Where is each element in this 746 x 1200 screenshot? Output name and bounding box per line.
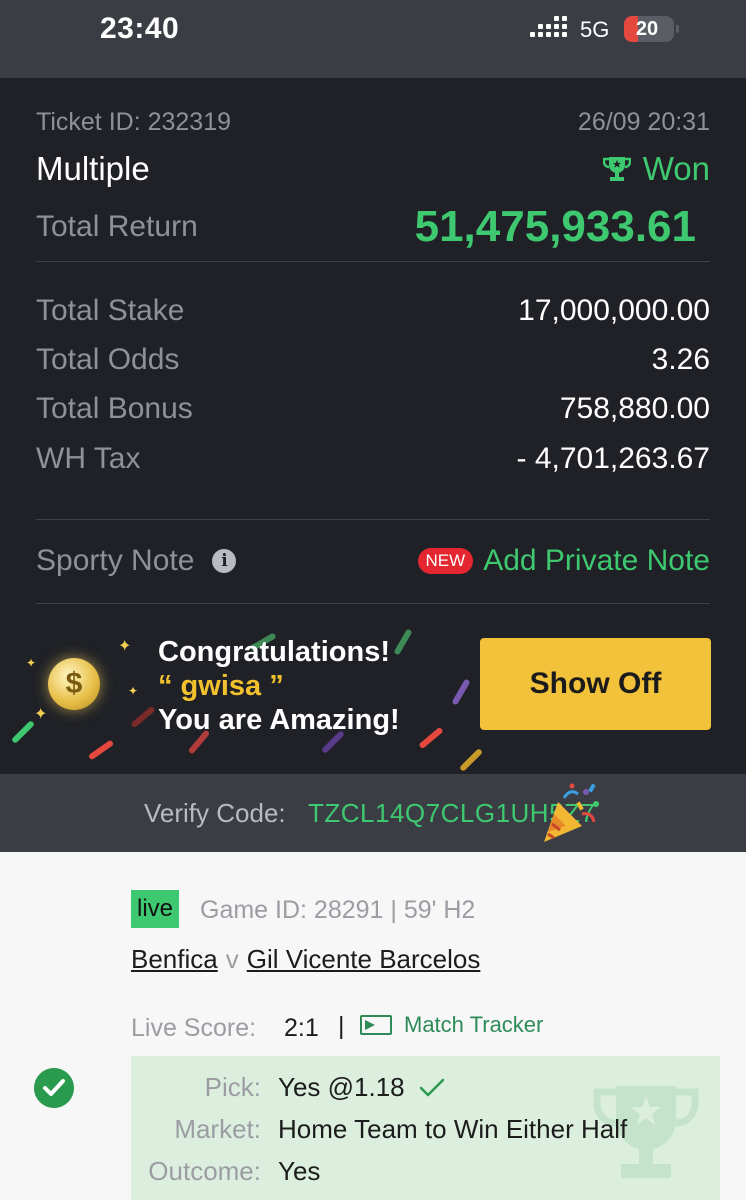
ticket-status: Won [602,150,710,188]
add-private-note-button[interactable]: NEW Add Private Note [417,544,710,578]
status-label: Won [642,150,710,187]
check-circle-icon [34,1068,74,1108]
total-bonus-value: 758,880.00 [559,392,710,425]
star-icon: ✦ [26,656,37,670]
verify-code-label: Verify Code: [144,798,286,828]
ticket-summary: Ticket ID: 232319 26/09 20:31 Multiple W… [0,78,746,774]
new-badge: NEW [417,548,474,574]
coin-icon: $ [48,658,100,710]
confetti [451,678,471,706]
live-score-value: 2:1 [284,1014,319,1042]
bet-type: Multiple [36,150,150,187]
market-value: Home Team to Win Either Half [278,1114,628,1144]
divider [36,519,710,520]
game-info: Game ID: 28291 | 59' H2 [200,896,476,924]
outcome-label: Outcome: [148,1156,261,1186]
sporty-note: Sporty Note i [36,544,237,578]
wh-tax-label: WH Tax [36,442,141,475]
total-bonus-label: Total Bonus [36,392,193,425]
battery-cap [676,25,679,33]
match-tracker-label: Match Tracker [404,1012,544,1037]
outcome-value: Yes [278,1156,321,1186]
match-tracker-icon [360,1015,392,1035]
confetti [458,747,484,773]
wh-tax-value: - 4,701,263.67 [516,442,711,475]
star-icon: ✦ [118,638,132,655]
congrats-banner: ✦ ✦ ✦ ✦ $ Congratulations! “ gwisa ” You… [0,608,746,774]
vs-label: v [225,944,239,974]
total-odds-value: 3.26 [651,343,710,376]
confetti [130,705,156,729]
pick-details: Pick: Yes @1.18 Market: Home Team to Win… [131,1056,720,1200]
match-tracker-link[interactable]: Match Tracker [360,1012,543,1038]
network-type: 5G [580,17,610,42]
info-icon[interactable]: i [212,549,237,573]
verify-bar: Verify Code: TZCL14Q7CLG1UH5Z7 [0,774,746,852]
add-private-note-label: Add Private Note [483,544,710,577]
trophy-icon [602,157,631,181]
total-odds-label: Total Odds [36,343,180,376]
divider [36,603,710,604]
show-off-button[interactable]: Show Off [480,638,711,730]
home-team[interactable]: Benfica [131,944,218,974]
pick-label: Pick: [204,1072,261,1102]
live-badge: live [131,890,180,928]
pick-value: Yes @1.18 [278,1072,405,1102]
status-bar: 23:40 5G 20 [0,0,746,78]
status-time: 23:40 [100,12,180,45]
total-return-value: 51,475,933.61 [414,202,696,251]
congrats-title: Congratulations! [158,636,390,668]
bet-details: live Game ID: 28291 | 59' H2 Benfica v Gil… [0,852,746,1200]
total-stake-value: 17,000,000.00 [518,294,710,327]
confetti [393,628,413,656]
ticket-datetime: 26/09 20:31 [577,108,710,136]
congrats-username: “ gwisa ” [158,670,284,702]
pick-value-row: Yes @1.18 [278,1072,445,1103]
battery-percent: 20 [635,18,659,40]
match-teams[interactable]: Benfica v Gil Vicente Barcelos [131,944,480,975]
total-stake-label: Total Stake [36,294,185,327]
separator: | [338,1012,345,1040]
signal-icon [530,16,567,42]
party-popper-icon [544,783,599,842]
confetti [87,739,115,761]
check-icon [419,1078,444,1096]
confetti [10,719,36,745]
star-icon: ✦ [128,684,139,698]
star-icon: ✦ [34,706,48,723]
total-return-label: Total Return [36,210,198,243]
live-score-label: Live Score: [131,1014,257,1042]
market-label: Market: [174,1114,261,1144]
sporty-note-label: Sporty Note [36,544,195,577]
battery-icon: 20 [624,16,674,42]
ticket-id: Ticket ID: 232319 [36,108,232,136]
confetti [418,726,444,750]
congrats-message: You are Amazing! [158,704,400,736]
divider [36,261,710,262]
away-team[interactable]: Gil Vicente Barcelos [247,944,481,974]
